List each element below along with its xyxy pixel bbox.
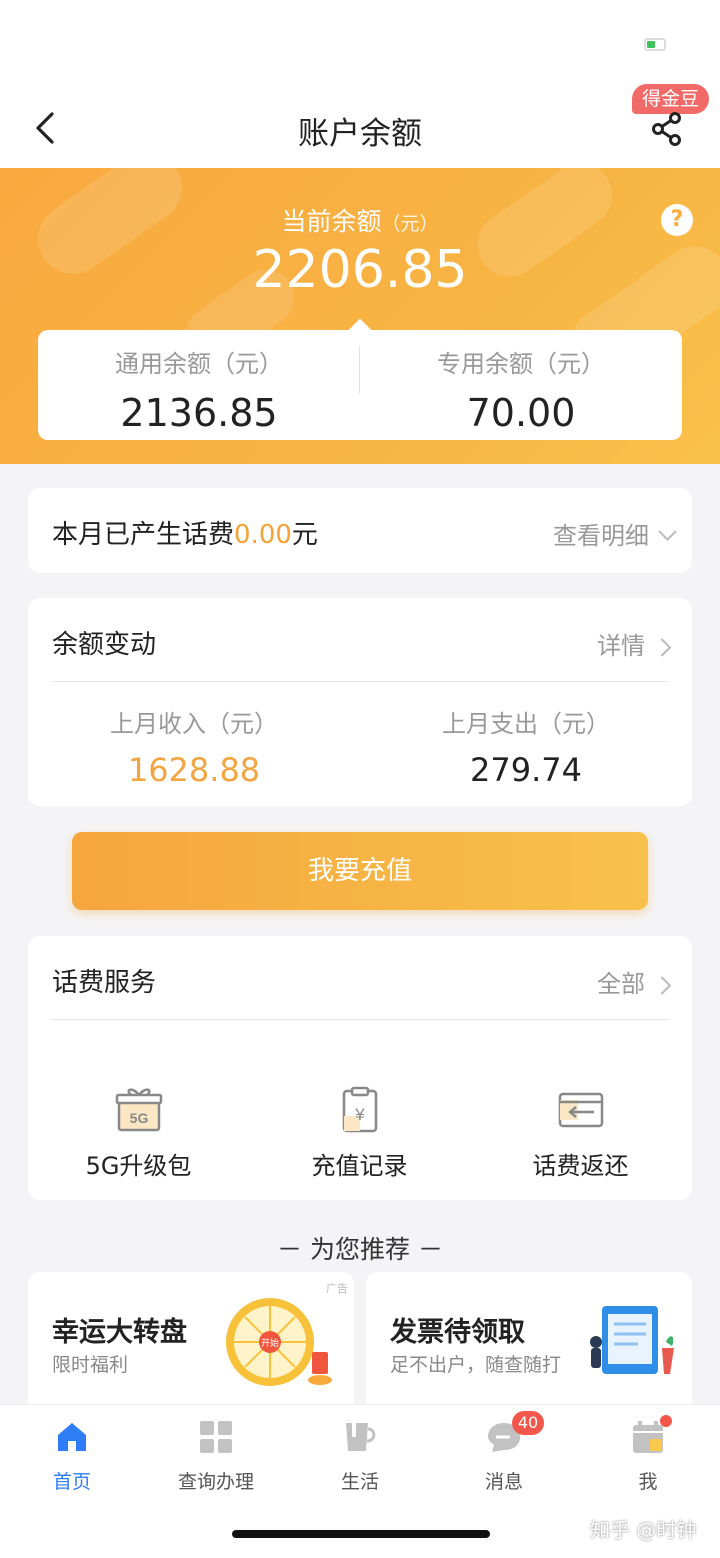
details-label: 详情 — [597, 632, 645, 660]
home-indicator[interactable] — [232, 1530, 490, 1538]
promo-title: 发票待领取 — [390, 1317, 525, 1348]
recommend-title: － 为您推荐 － — [277, 1235, 443, 1264]
message-count-badge: 40 — [512, 1411, 544, 1435]
fee-refund-label: 话费返还 — [532, 1152, 629, 1180]
status-bar — [0, 0, 720, 90]
divider — [52, 681, 668, 682]
tab-home[interactable]: 首页 — [0, 1419, 144, 1494]
tab-life-label: 生活 — [340, 1471, 379, 1493]
fee-services-card: 话费服务 全部 5G 5G升级包 ¥ 充值记录 话费返还 — [28, 936, 692, 1200]
tab-messages[interactable]: 40 消息 — [432, 1411, 576, 1494]
unit-label: （元） — [381, 213, 439, 235]
balance-change-title: 余额变动 — [52, 630, 157, 660]
last-month-income: 上月收入（元） 1628.88 — [28, 704, 360, 789]
cup-icon — [346, 1423, 376, 1451]
help-icon[interactable]: ? — [661, 204, 693, 236]
lucky-wheel-icon: 开始 — [226, 1298, 332, 1386]
svg-text:5G: 5G — [129, 1110, 148, 1126]
wheel-start-label: 开始 — [261, 1337, 279, 1349]
grid-icon — [200, 1421, 232, 1453]
current-balance-value: 2206.85 — [252, 240, 468, 300]
chevron-down-icon — [658, 522, 677, 542]
current-balance-label: 当前余额（元） — [0, 202, 720, 238]
balance-header: 当前余额（元） 2206.85 ? 通用余额（元） 2136.85 专用余额（元… — [0, 168, 720, 464]
service-recharge-record[interactable]: ¥ 充值记录 — [249, 1086, 470, 1181]
general-balance-label: 通用余额（元） — [115, 350, 283, 378]
svg-text:¥: ¥ — [354, 1105, 365, 1124]
watermark: 知乎 @时钟 — [590, 1518, 697, 1542]
current-balance-text: 当前余额 — [281, 207, 382, 236]
tab-query[interactable]: 查询办理 — [144, 1419, 288, 1494]
tab-life[interactable]: 生活 — [288, 1419, 432, 1494]
all-label: 全部 — [597, 970, 645, 998]
battery-icon — [644, 38, 666, 51]
recharge-button[interactable]: 我要充值 — [72, 832, 648, 910]
service-5g-label: 5G升级包 — [85, 1152, 192, 1180]
balance-split-card: 通用余额（元） 2136.85 专用余额（元） 70.00 — [38, 330, 682, 440]
divider — [52, 1019, 668, 1020]
promo-subtitle: 限时福利 — [52, 1354, 129, 1376]
view-details-link[interactable]: 查看明细 — [553, 516, 677, 551]
general-balance-value: 2136.85 — [120, 391, 278, 435]
expense-label: 上月支出（元） — [442, 710, 610, 738]
tab-me-label: 我 — [638, 1471, 658, 1493]
expense-value: 279.74 — [470, 751, 582, 789]
promo-title: 幸运大转盘 — [52, 1317, 187, 1348]
refund-icon — [558, 1092, 603, 1128]
income-label: 上月收入（元） — [110, 710, 278, 738]
promo-lucky-wheel[interactable]: 广告 幸运大转盘 限时福利 开始 — [28, 1272, 354, 1422]
monthly-fee-label: 本月已产生话费 — [52, 520, 235, 550]
home-icon — [58, 1423, 86, 1451]
balance-change-details-link[interactable]: 详情 — [597, 626, 672, 661]
view-details-label: 查看明细 — [553, 522, 649, 550]
special-balance-label: 专用余额（元） — [437, 350, 605, 378]
notification-dot — [660, 1415, 672, 1427]
invoice-illustration-icon — [590, 1306, 674, 1374]
last-month-expense: 上月支出（元） 279.74 — [360, 704, 692, 789]
recharge-record-icon: ¥ — [342, 1086, 377, 1133]
tab-messages-label: 消息 — [484, 1471, 523, 1493]
tab-me[interactable]: 我 — [576, 1415, 720, 1494]
chevron-right-icon — [652, 638, 672, 657]
promo-invoice[interactable]: 发票待领取 足不出户，随查随打 — [366, 1272, 692, 1422]
services-all-link[interactable]: 全部 — [597, 964, 672, 999]
special-balance: 专用余额（元） 70.00 — [360, 330, 682, 440]
share-button[interactable] — [648, 108, 688, 148]
monthly-fee-unit: 元 — [291, 520, 318, 550]
share-icon — [652, 112, 681, 146]
tab-query-label: 查询办理 — [177, 1471, 254, 1493]
gift-5g-icon: 5G — [115, 1088, 162, 1132]
tab-home-label: 首页 — [52, 1471, 91, 1493]
monthly-fee-amount: 0.00 — [234, 520, 292, 550]
service-fee-refund[interactable]: 话费返还 — [470, 1086, 691, 1181]
general-balance: 通用余额（元） 2136.85 — [38, 330, 360, 440]
chevron-right-icon — [652, 976, 672, 995]
balance-change-card: 余额变动 详情 上月收入（元） 1628.88 上月支出（元） 279.74 — [28, 598, 692, 806]
promo-subtitle: 足不出户，随查随打 — [390, 1354, 562, 1376]
page-title: 账户余额 — [298, 116, 422, 152]
nav-bar: 账户余额 得金豆 — [0, 84, 720, 168]
monthly-fee-card[interactable]: 本月已产生话费0.00元 查看明细 — [28, 488, 692, 573]
monthly-fee-text: 本月已产生话费0.00元 — [52, 514, 318, 551]
special-balance-value: 70.00 — [466, 391, 576, 435]
recharge-record-label: 充值记录 — [311, 1152, 408, 1180]
service-5g-package[interactable]: 5G 5G升级包 — [28, 1086, 249, 1181]
services-title: 话费服务 — [52, 968, 157, 998]
income-value: 1628.88 — [127, 751, 261, 789]
